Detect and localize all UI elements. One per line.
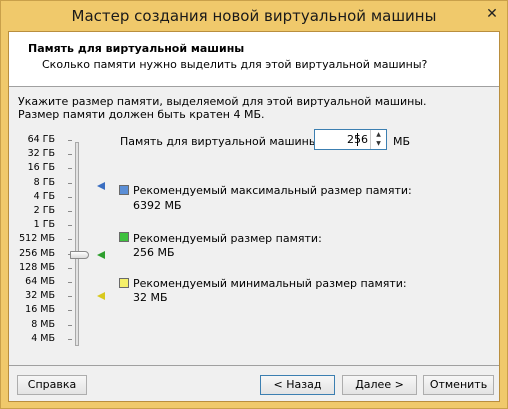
wizard-client-area: Память для виртуальной машины Сколько па… bbox=[8, 31, 500, 402]
scale-label: 1 ГБ bbox=[33, 219, 55, 231]
scale-tick bbox=[68, 310, 72, 312]
memory-slider-track[interactable] bbox=[75, 142, 79, 346]
window-title: Мастер создания новой виртуальной машины bbox=[71, 7, 437, 25]
memory-slider-thumb[interactable] bbox=[70, 251, 89, 259]
memory-field-label: Память для виртуальной машины: bbox=[120, 135, 322, 148]
page-title: Память для виртуальной машины bbox=[28, 42, 245, 55]
scale-label: 16 МБ bbox=[25, 304, 55, 316]
cancel-button[interactable]: Отменить bbox=[423, 375, 494, 395]
wizard-window: Мастер создания новой виртуальной машины… bbox=[0, 0, 508, 409]
scale-tick bbox=[68, 168, 72, 170]
scale-label: 2 ГБ bbox=[33, 205, 55, 216]
description-line-2: Размер памяти должен быть кратен 4 МБ. bbox=[18, 108, 265, 121]
back-button[interactable]: < Назад bbox=[260, 375, 335, 395]
scale-label: 512 МБ bbox=[19, 233, 55, 245]
scale-tick bbox=[68, 282, 72, 283]
scale-label: 16 ГБ bbox=[27, 162, 55, 174]
scale-label: 32 МБ bbox=[25, 290, 55, 302]
recommended-memory-marker-icon bbox=[97, 251, 105, 259]
min-memory-marker-icon bbox=[97, 292, 105, 300]
wizard-header: Память для виртуальной машины Сколько па… bbox=[9, 32, 499, 87]
spin-buttons: ▲ ▼ bbox=[370, 130, 386, 149]
memory-spinbox[interactable]: 256 ▲ ▼ bbox=[314, 129, 387, 150]
scale-tick bbox=[68, 267, 72, 269]
spin-down-icon[interactable]: ▼ bbox=[371, 139, 386, 148]
scale-label: 4 ГБ bbox=[33, 190, 55, 202]
scale-label: 8 ГБ bbox=[33, 176, 55, 188]
scale-label: 4 МБ bbox=[31, 332, 55, 344]
scale-tick bbox=[68, 182, 72, 184]
close-icon[interactable]: ✕ bbox=[485, 7, 499, 21]
scale-tick bbox=[68, 211, 72, 212]
memory-unit: МБ bbox=[393, 135, 411, 148]
min-memory-legend-icon bbox=[119, 278, 129, 288]
scale-label: 128 МБ bbox=[19, 261, 55, 273]
max-memory-title: Рекомендуемый максимальный размер памяти… bbox=[133, 184, 412, 197]
description-line-1: Укажите размер памяти, выделяемой для эт… bbox=[18, 95, 427, 108]
scale-tick bbox=[68, 225, 72, 227]
scale-tick bbox=[68, 338, 72, 340]
max-memory-marker-icon bbox=[97, 182, 105, 190]
next-button[interactable]: Далее > bbox=[342, 375, 417, 395]
help-button[interactable]: Справка bbox=[17, 375, 87, 395]
recommended-memory-legend-icon bbox=[119, 232, 129, 242]
max-memory-value: 6392 МБ bbox=[133, 199, 182, 212]
min-memory-title: Рекомендуемый минимальный размер памяти: bbox=[133, 277, 407, 290]
text-caret bbox=[357, 133, 358, 146]
scale-label: 64 ГБ bbox=[27, 134, 55, 145]
scale-label: 64 МБ bbox=[25, 276, 55, 287]
recommended-memory-value: 256 МБ bbox=[133, 246, 175, 259]
footer-divider bbox=[9, 365, 499, 366]
spin-up-icon[interactable]: ▲ bbox=[371, 130, 386, 139]
scale-tick bbox=[68, 324, 72, 326]
scale-tick bbox=[68, 140, 72, 141]
scale-tick bbox=[68, 196, 72, 198]
max-memory-legend-icon bbox=[119, 185, 129, 195]
recommended-memory-title: Рекомендуемый размер памяти: bbox=[133, 232, 322, 245]
scale-label: 8 МБ bbox=[31, 318, 55, 330]
scale-label: 256 МБ bbox=[19, 247, 55, 259]
min-memory-value: 32 МБ bbox=[133, 291, 168, 304]
scale-label: 32 ГБ bbox=[27, 148, 55, 160]
page-subtitle: Сколько памяти нужно выделить для этой в… bbox=[42, 58, 428, 71]
title-bar[interactable]: Мастер создания новой виртуальной машины… bbox=[1, 1, 507, 31]
scale-tick bbox=[68, 239, 72, 241]
scale-tick bbox=[68, 154, 72, 156]
scale-tick bbox=[68, 296, 72, 298]
